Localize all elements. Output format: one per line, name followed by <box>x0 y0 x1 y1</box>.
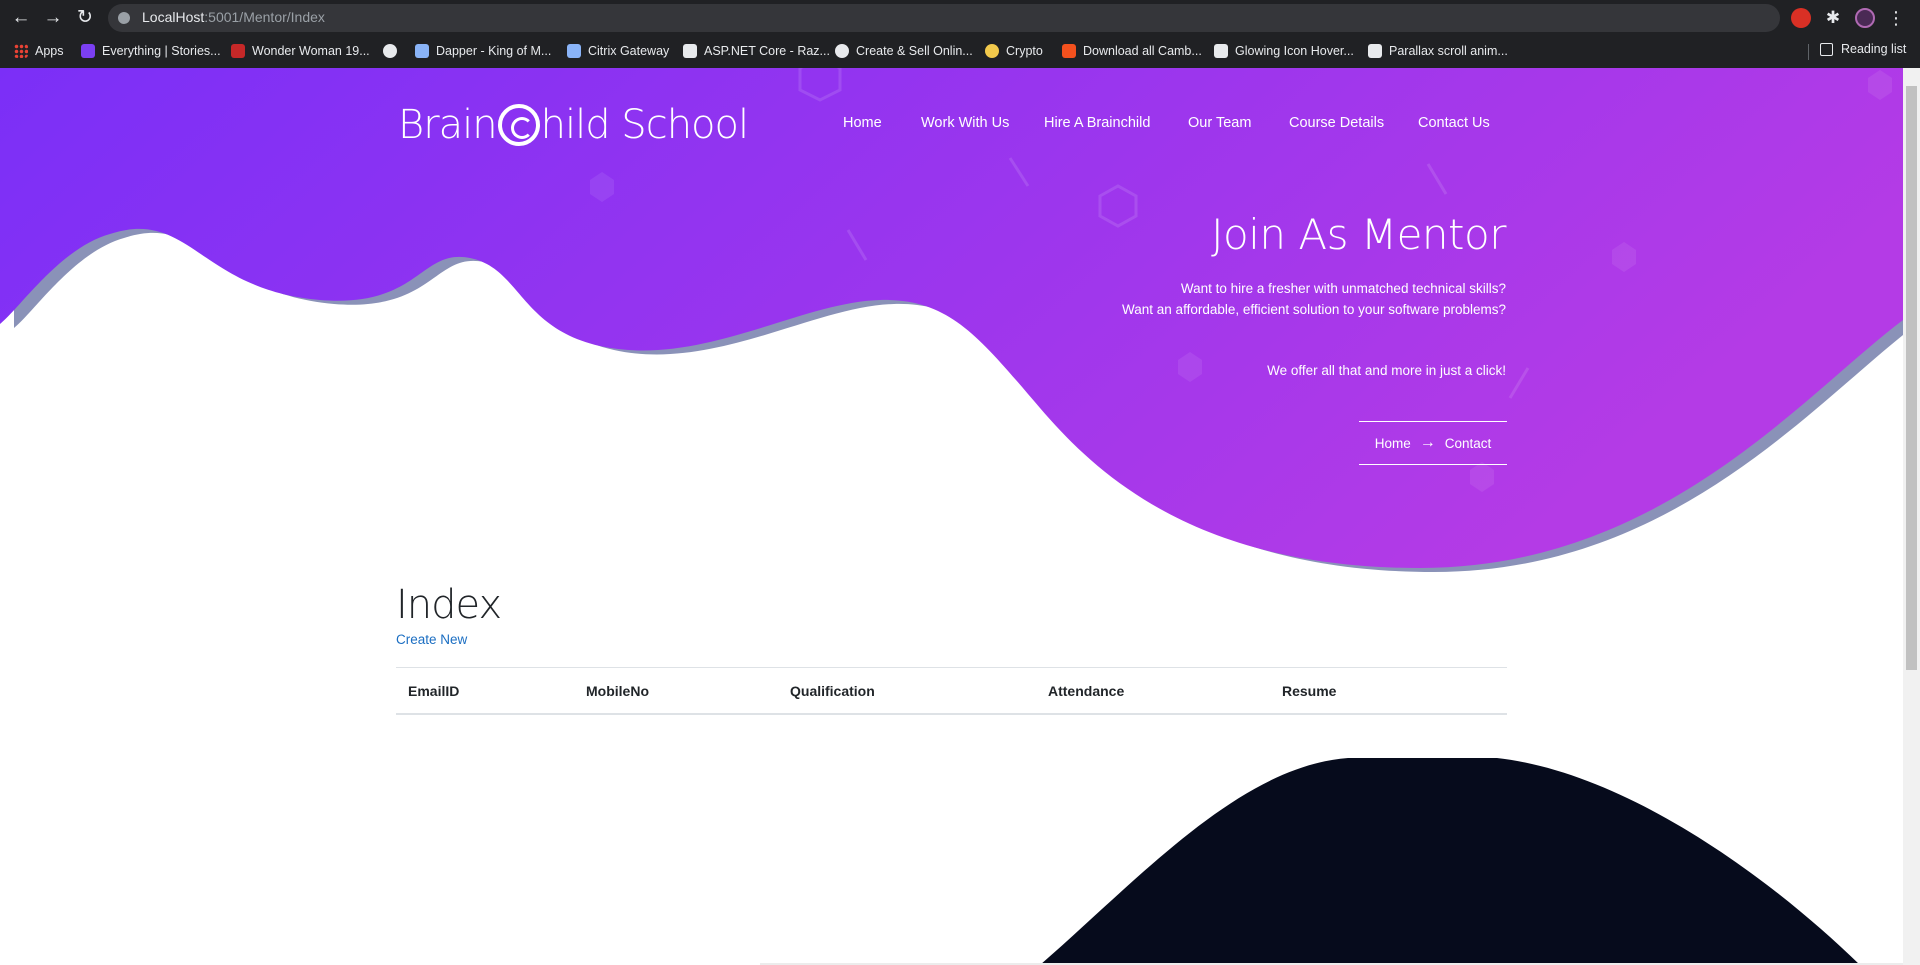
data-table-header: EmailID MobileNo Qualification Attendanc… <box>396 667 1507 715</box>
column-header-emailid: EmailID <box>408 683 460 699</box>
page-scrollbar[interactable] <box>1903 68 1920 965</box>
column-header-resume: Resume <box>1282 683 1337 699</box>
nav-home[interactable]: Home <box>843 115 882 131</box>
breadcrumb-home-link[interactable]: Home <box>1375 436 1411 451</box>
hero-text-line: We offer all that and more in just a cli… <box>1267 363 1506 378</box>
bookmark-favicon <box>415 44 429 58</box>
bookmark-item[interactable]: Create & Sell Onlin... <box>835 42 973 60</box>
hero-title: Join As Mentor <box>1211 210 1506 259</box>
footer-wave <box>1040 758 1860 965</box>
bookmark-favicon <box>1062 44 1076 58</box>
site-logo[interactable]: Brain hild School <box>398 98 749 152</box>
hero-text-line: Want an affordable, efficient solution t… <box>1122 302 1506 317</box>
globe-icon <box>383 44 397 58</box>
back-icon[interactable]: ← <box>9 6 33 30</box>
logo-c-icon <box>497 104 540 146</box>
scrollbar-thumb[interactable] <box>1906 86 1917 670</box>
breadcrumb-contact-link[interactable]: Contact <box>1445 436 1492 451</box>
bookmark-favicon <box>231 44 245 58</box>
arrow-right-icon: → <box>1419 434 1436 451</box>
profile-avatar[interactable] <box>1855 8 1875 28</box>
site-info-icon[interactable] <box>118 12 130 24</box>
bookmark-item[interactable] <box>383 42 404 60</box>
breadcrumb: Home → Contact <box>1359 421 1507 465</box>
nav-work-with-us[interactable]: Work With Us <box>921 115 1009 131</box>
globe-icon <box>835 44 849 58</box>
bookmark-favicon <box>1368 44 1382 58</box>
bookmark-item[interactable]: Download all Camb... <box>1062 42 1202 60</box>
bookmarks-separator <box>1808 44 1809 60</box>
reading-list-icon <box>1820 42 1833 56</box>
bookmark-item[interactable]: Crypto <box>985 42 1043 60</box>
column-header-attendance: Attendance <box>1048 683 1125 699</box>
hero-background <box>0 68 1903 572</box>
bookmark-item[interactable]: Wonder Woman 19... <box>231 42 370 60</box>
hero-text-line: Want to hire a fresher with unmatched te… <box>1180 281 1506 296</box>
bookmark-item[interactable]: ASP.NET Core - Raz... <box>683 42 830 60</box>
bookmark-item[interactable]: Parallax scroll anim... <box>1368 42 1508 60</box>
bookmark-item[interactable]: Citrix Gateway <box>567 42 669 60</box>
coin-icon <box>985 44 999 58</box>
column-header-qualification: Qualification <box>790 683 875 699</box>
reading-list-button[interactable]: Reading list <box>1820 42 1906 56</box>
page-viewport: Brain hild School Home Work With Us Hire … <box>0 68 1920 965</box>
url-text[interactable]: LocalHost:5001/Mentor/Index <box>142 9 325 25</box>
bookmark-item[interactable]: Everything | Stories... <box>81 42 221 60</box>
reload-icon[interactable]: ↻ <box>73 6 97 30</box>
bookmark-item[interactable]: Dapper - King of M... <box>415 42 551 60</box>
address-bar-row: ← → ↻ LocalHost:5001/Mentor/Index ✱ ⋮ <box>0 0 1920 36</box>
apps-grid-icon <box>14 44 28 58</box>
nav-contact-us[interactable]: Contact Us <box>1418 115 1490 131</box>
page-title: Index <box>396 582 502 628</box>
bookmark-favicon <box>1214 44 1228 58</box>
forward-icon[interactable]: → <box>41 6 65 30</box>
nav-hire-a-brainchild[interactable]: Hire A Brainchild <box>1044 115 1150 131</box>
bookmark-favicon <box>683 44 697 58</box>
bookmark-apps[interactable]: Apps <box>14 42 64 60</box>
nav-our-team[interactable]: Our Team <box>1188 115 1251 131</box>
bookmark-favicon <box>81 44 95 58</box>
address-bar[interactable]: LocalHost:5001/Mentor/Index <box>108 4 1780 32</box>
bookmark-item[interactable]: Glowing Icon Hover... <box>1214 42 1354 60</box>
lock-icon <box>567 44 581 58</box>
bookmarks-bar: Apps Everything | Stories... Wonder Woma… <box>0 38 1920 64</box>
browser-menu-icon[interactable]: ⋮ <box>1886 8 1906 28</box>
extensions-puzzle-icon[interactable]: ✱ <box>1823 8 1843 28</box>
nav-course-details[interactable]: Course Details <box>1289 115 1384 131</box>
browser-chrome: ← → ↻ LocalHost:5001/Mentor/Index ✱ ⋮ Ap… <box>0 0 1920 68</box>
column-header-mobileno: MobileNo <box>586 683 649 699</box>
create-new-link[interactable]: Create New <box>396 632 467 647</box>
extension-icon[interactable] <box>1791 8 1811 28</box>
